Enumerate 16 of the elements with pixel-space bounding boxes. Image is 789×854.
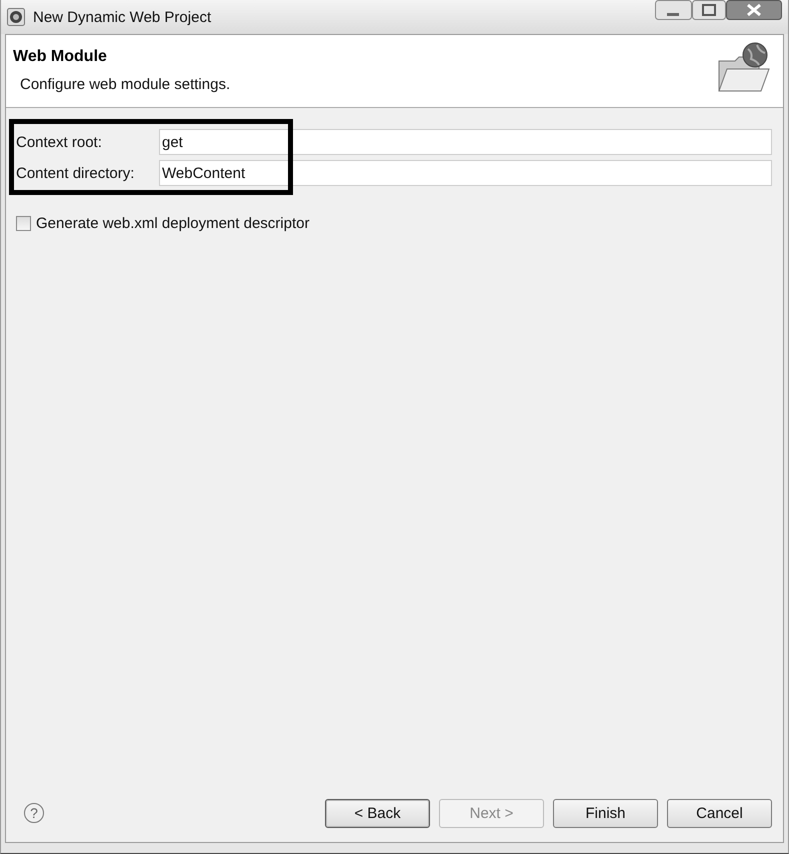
input-field[interactable]: get	[159, 129, 772, 155]
maximize-icon[interactable]	[692, 0, 726, 20]
dialog-button[interactable]: < Back	[325, 798, 430, 828]
minimize-icon[interactable]	[655, 0, 692, 20]
checkbox[interactable]	[16, 216, 31, 231]
dialog-button[interactable]: Cancel	[667, 798, 772, 828]
dialog-button[interactable]: Finish	[553, 798, 658, 828]
page-title: Web Module	[13, 48, 108, 66]
window-title: New Dynamic Web Project	[33, 8, 212, 26]
field-label: Context root:	[16, 134, 103, 150]
checkbox-label: Generate web.xml deployment descriptor	[36, 215, 310, 232]
field-label: Content directory:	[16, 164, 136, 182]
help-icon[interactable]: ?	[24, 803, 44, 823]
page-description: Configure web module settings.	[20, 76, 230, 93]
close-icon[interactable]	[726, 0, 782, 20]
input-field[interactable]: WebContent	[159, 160, 772, 186]
